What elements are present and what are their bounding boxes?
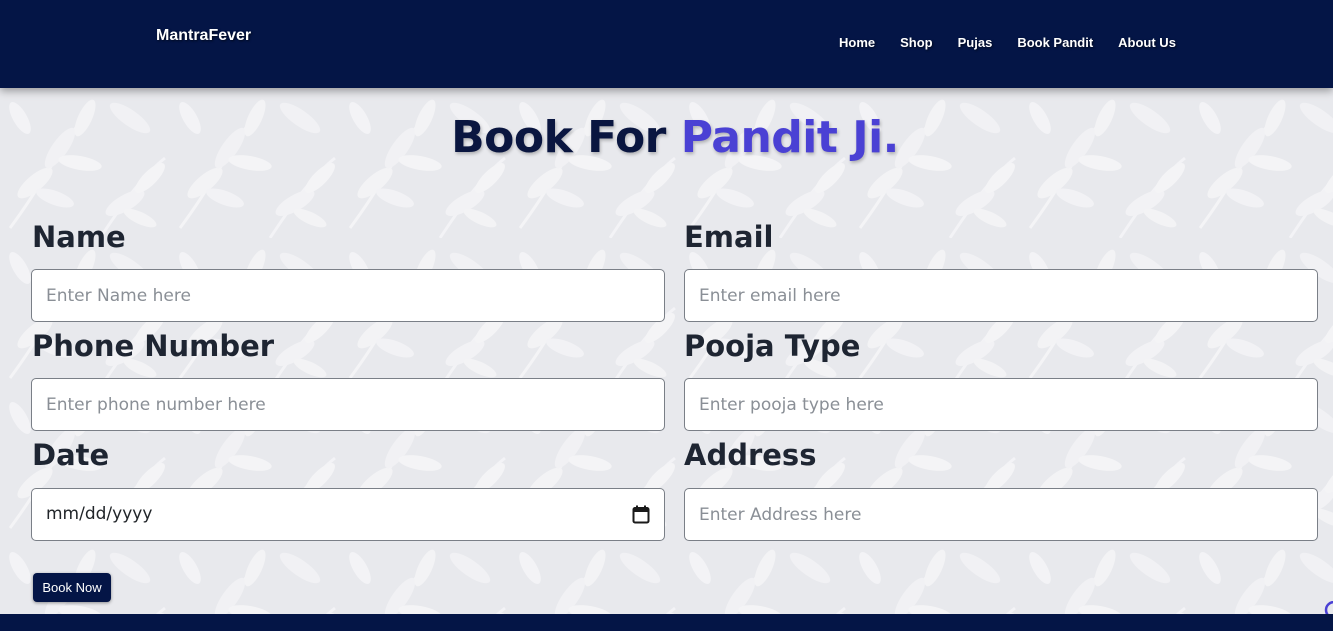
main-content: Book For Pandit Ji. Name Email Phone Num… (0, 88, 1333, 614)
phone-input[interactable] (31, 378, 665, 431)
pooja-type-label: Pooja Type (684, 329, 861, 363)
book-now-button[interactable]: Book Now (33, 573, 111, 602)
address-input[interactable] (684, 488, 1318, 541)
date-label: Date (32, 438, 110, 472)
email-label: Email (684, 220, 774, 254)
address-label: Address (684, 438, 817, 472)
brand-logo[interactable]: MantraFever (156, 27, 251, 45)
email-input[interactable] (684, 269, 1318, 322)
date-value: mm/dd/yyyy (46, 504, 153, 524)
footer-bar (0, 614, 1333, 631)
phone-label: Phone Number (32, 329, 275, 363)
nav-link-pujas[interactable]: Pujas (958, 35, 993, 50)
pooja-type-input[interactable] (684, 378, 1318, 431)
nav-link-about-us[interactable]: About Us (1118, 35, 1176, 50)
nav-link-shop[interactable]: Shop (900, 35, 933, 50)
date-input[interactable]: mm/dd/yyyy (31, 488, 665, 541)
page-title-accent: Pandit Ji. (680, 112, 900, 163)
page-title-prefix: Book For (451, 112, 681, 163)
name-label: Name (32, 220, 126, 254)
page-title: Book For Pandit Ji. (0, 112, 1333, 163)
nav-link-book-pandit[interactable]: Book Pandit (1017, 35, 1093, 50)
calendar-icon[interactable] (632, 505, 650, 524)
nav-link-home[interactable]: Home (839, 35, 875, 50)
navbar: MantraFever Home Shop Pujas Book Pandit … (0, 0, 1333, 88)
nav-links: Home Shop Pujas Book Pandit About Us (839, 35, 1176, 50)
floating-widget-icon[interactable]: 3 (1323, 601, 1333, 614)
name-input[interactable] (31, 269, 665, 322)
